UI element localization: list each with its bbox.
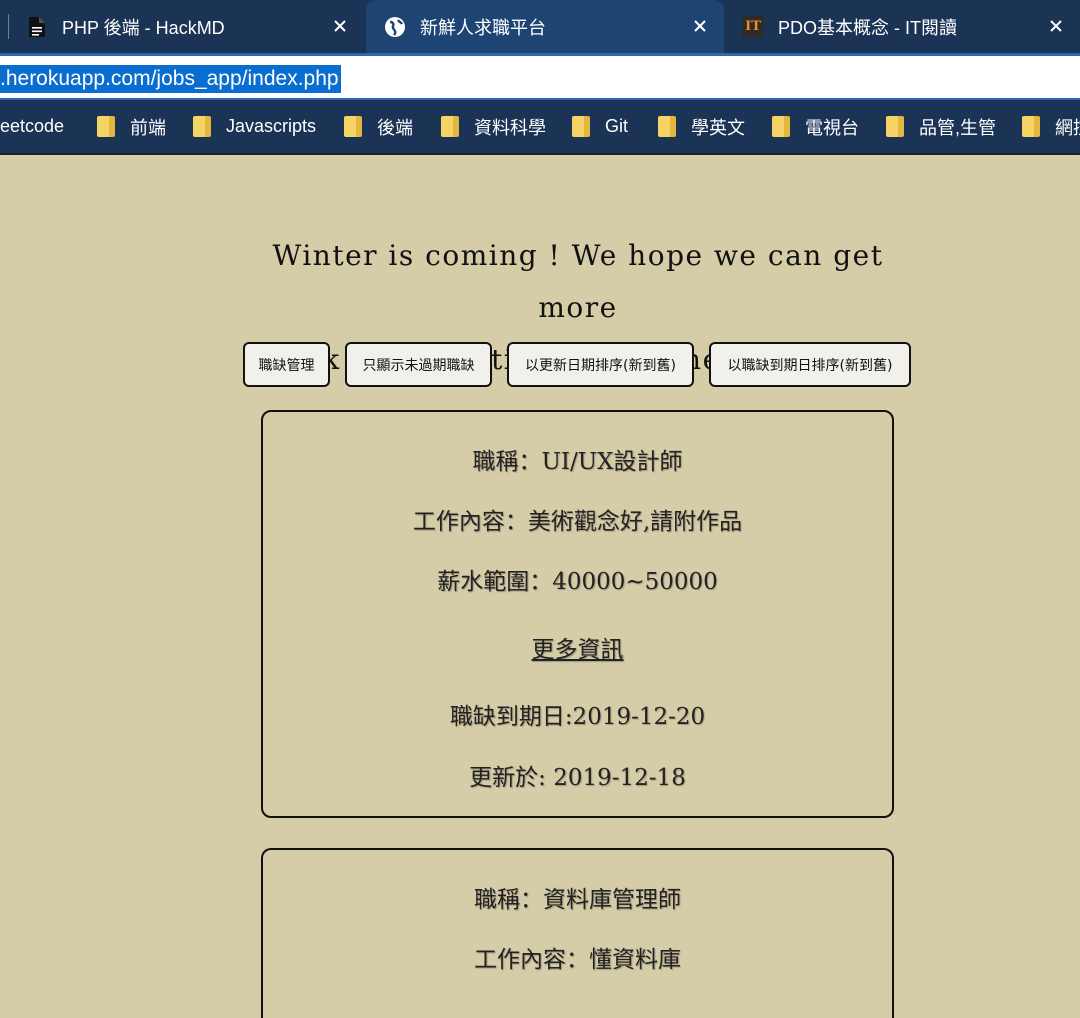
bookmark-label: 前端 bbox=[130, 117, 166, 138]
bookmark-git[interactable]: Git bbox=[572, 100, 628, 153]
bookmark-quality[interactable]: 品管,生管 bbox=[886, 100, 996, 153]
bookmark-label: 後端 bbox=[377, 117, 413, 138]
job-title: 職稱：UI/UX設計師 bbox=[472, 449, 683, 475]
address-bar[interactable]: .herokuapp.com/jobs_app/index.php bbox=[0, 53, 1080, 100]
tab-hackmd[interactable]: PHP 後端 - HackMD bbox=[26, 0, 364, 53]
folder-icon bbox=[886, 116, 904, 137]
folder-icon bbox=[772, 116, 790, 137]
bookmark-data-science[interactable]: 資料科學 bbox=[441, 100, 546, 153]
bookmark-backend[interactable]: 後端 bbox=[344, 100, 413, 153]
tab-title: PDO基本概念 - IT閱讀 bbox=[778, 17, 957, 38]
tab-separator bbox=[8, 14, 9, 39]
folder-icon bbox=[658, 116, 676, 137]
tab-it-reading[interactable]: IT PDO基本概念 - IT閱讀 bbox=[742, 0, 1080, 53]
job-management-button[interactable]: 職缺管理 bbox=[243, 342, 330, 387]
browser-tab-strip: PHP 後端 - HackMD 新鮮人求職平台 IT PDO基本概念 - IT閱… bbox=[0, 0, 1080, 53]
bookmark-label: Git bbox=[605, 116, 629, 136]
folder-icon bbox=[193, 116, 211, 137]
bookmark-label: 品管,生管 bbox=[919, 117, 997, 138]
job-card: 職稱：UI/UX設計師 工作內容：美術觀念好,請附作品 薪水範圍：40000~5… bbox=[261, 410, 894, 818]
bookmark-label: 資料科學 bbox=[474, 117, 546, 138]
globe-icon bbox=[384, 16, 406, 38]
close-icon[interactable] bbox=[1044, 14, 1068, 38]
bookmark-label: 電視台 bbox=[805, 117, 859, 138]
headline-line-1: Winter is coming ! We hope we can get mo… bbox=[272, 239, 884, 324]
bookmark-javascripts[interactable]: Javascripts bbox=[193, 100, 316, 153]
more-info-link[interactable]: 更多資訊 bbox=[532, 637, 624, 663]
bookmark-network[interactable]: 網控 bbox=[1022, 100, 1080, 153]
bookmark-english[interactable]: 學英文 bbox=[658, 100, 745, 153]
job-updated: 更新於: 2019-12-18 bbox=[469, 765, 686, 791]
job-description: 工作內容：懂資料庫 bbox=[474, 947, 681, 973]
bookmark-label: Javascripts bbox=[226, 116, 317, 136]
bookmark-label: 網控 bbox=[1055, 117, 1080, 138]
folder-icon bbox=[441, 116, 459, 137]
bookmark-leetcode[interactable]: eetcode bbox=[0, 100, 64, 153]
job-expiry: 職缺到期日:2019-12-20 bbox=[449, 704, 706, 730]
tab-title: 新鮮人求職平台 bbox=[420, 17, 546, 38]
job-description: 工作內容：美術觀念好,請附作品 bbox=[412, 509, 743, 535]
sort-by-expiry-button[interactable]: 以職缺到期日排序(新到舊) bbox=[709, 342, 911, 387]
bookmark-tv[interactable]: 電視台 bbox=[772, 100, 859, 153]
bookmark-label: 學英文 bbox=[691, 117, 745, 138]
job-card: 職稱：資料庫管理師 工作內容：懂資料庫 bbox=[261, 848, 894, 1018]
show-active-jobs-button[interactable]: 只顯示未過期職缺 bbox=[345, 342, 492, 387]
sort-by-updated-button[interactable]: 以更新日期排序(新到舊) bbox=[507, 342, 694, 387]
bookmarks-bar: eetcode 前端 Javascripts 後端 資料科學 Git 學英文 電… bbox=[0, 100, 1080, 155]
document-icon bbox=[26, 16, 48, 38]
tab-title: PHP 後端 - HackMD bbox=[62, 17, 225, 38]
url-text[interactable]: .herokuapp.com/jobs_app/index.php bbox=[0, 65, 341, 93]
job-salary: 薪水範圍：40000~50000 bbox=[437, 569, 718, 595]
tab-job-platform[interactable]: 新鮮人求職平台 bbox=[366, 0, 724, 53]
close-icon[interactable] bbox=[688, 14, 712, 38]
close-icon[interactable] bbox=[328, 14, 352, 38]
bookmark-label: eetcode bbox=[0, 116, 65, 136]
job-title: 職稱：資料庫管理師 bbox=[474, 887, 681, 913]
it-logo-icon: IT bbox=[742, 15, 764, 38]
folder-icon bbox=[1022, 116, 1040, 137]
folder-icon bbox=[344, 116, 362, 137]
folder-icon bbox=[97, 116, 115, 137]
folder-icon bbox=[572, 116, 590, 137]
bookmark-frontend[interactable]: 前端 bbox=[97, 100, 166, 153]
